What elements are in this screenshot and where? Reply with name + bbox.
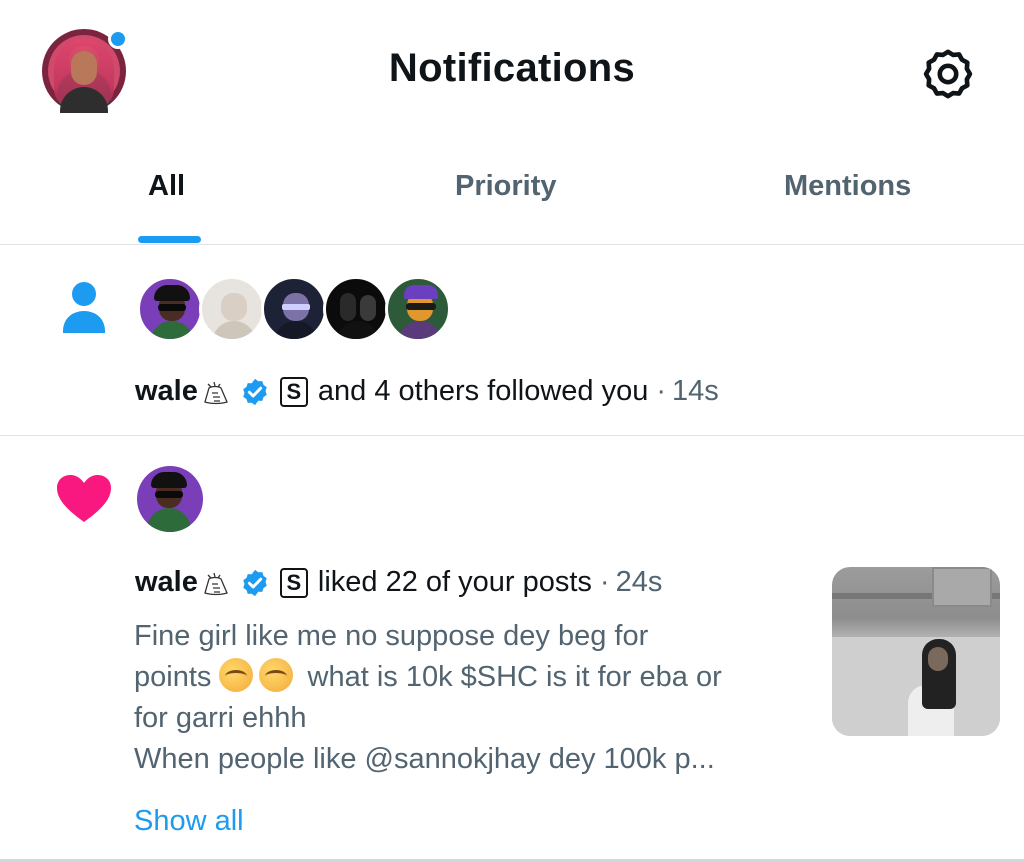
timestamp: 14s: [672, 375, 719, 407]
notification-follow[interactable]: wale S and 4 others followed you · 14s: [0, 245, 1024, 436]
sneezing-face-emoji-icon: [219, 658, 254, 692]
active-tab-indicator: [138, 236, 201, 243]
post-line: When people like @sannokjhay dey 100k p.…: [134, 743, 715, 775]
separator: ·: [656, 375, 667, 407]
post-line: points: [134, 661, 212, 693]
tab-all[interactable]: All: [148, 170, 185, 203]
username[interactable]: wale: [135, 566, 198, 599]
affiliate-badge-icon: S: [279, 567, 308, 598]
post-preview[interactable]: Fine girl like me no suppose dey beg for…: [134, 616, 794, 780]
page-title: Notifications: [388, 46, 636, 90]
post-line-with-emoji: points what is 10k $SHC is it for eba or: [134, 657, 794, 698]
person-icon: [62, 281, 106, 342]
timestamp: 24s: [615, 566, 663, 598]
post-line: what is 10k $SHC is it for eba or: [307, 661, 722, 693]
verified-badge-icon: [243, 569, 267, 596]
post-line: Fine girl like me no suppose dey beg for: [134, 620, 649, 652]
notification-action: and 4 others followed you: [317, 375, 649, 407]
follower-avatar[interactable]: [199, 276, 265, 342]
follower-avatar[interactable]: [385, 276, 451, 342]
verified-badge-icon: [243, 378, 267, 405]
affiliate-badge-icon: S: [279, 376, 308, 407]
show-all-link[interactable]: Show all: [134, 805, 244, 838]
post-thumbnail-image[interactable]: [832, 567, 1000, 736]
owl-emoji-icon: [204, 381, 228, 404]
separator: ·: [599, 566, 610, 598]
notifications-screen: Notifications All Priority Mentions wale…: [0, 0, 1024, 861]
tab-priority[interactable]: Priority: [455, 170, 557, 203]
follower-avatar[interactable]: [323, 276, 389, 342]
header: Notifications: [0, 0, 1024, 140]
tab-mentions[interactable]: Mentions: [784, 170, 911, 203]
owl-emoji-icon: [204, 572, 228, 595]
settings-button[interactable]: [918, 44, 978, 104]
tab-bar: All Priority Mentions: [0, 140, 1024, 245]
notification-action: liked 22 of your posts: [317, 566, 592, 598]
heart-icon: [56, 474, 112, 529]
post-line: for garri ehhh: [134, 702, 307, 734]
notification-text: wale S liked 22 of your posts · 24s: [135, 566, 662, 599]
username[interactable]: wale: [135, 375, 198, 408]
notification-text: wale S and 4 others followed you · 14s: [135, 375, 719, 408]
sneezing-face-emoji-icon: [259, 658, 294, 692]
avatar: [137, 466, 203, 532]
follower-avatar[interactable]: [137, 276, 203, 342]
follower-avatar[interactable]: [261, 276, 327, 342]
gear-icon: [923, 49, 973, 99]
notification-like[interactable]: wale S liked 22 of your posts · 24s Fine…: [0, 436, 1024, 861]
liker-avatar[interactable]: [137, 466, 203, 532]
